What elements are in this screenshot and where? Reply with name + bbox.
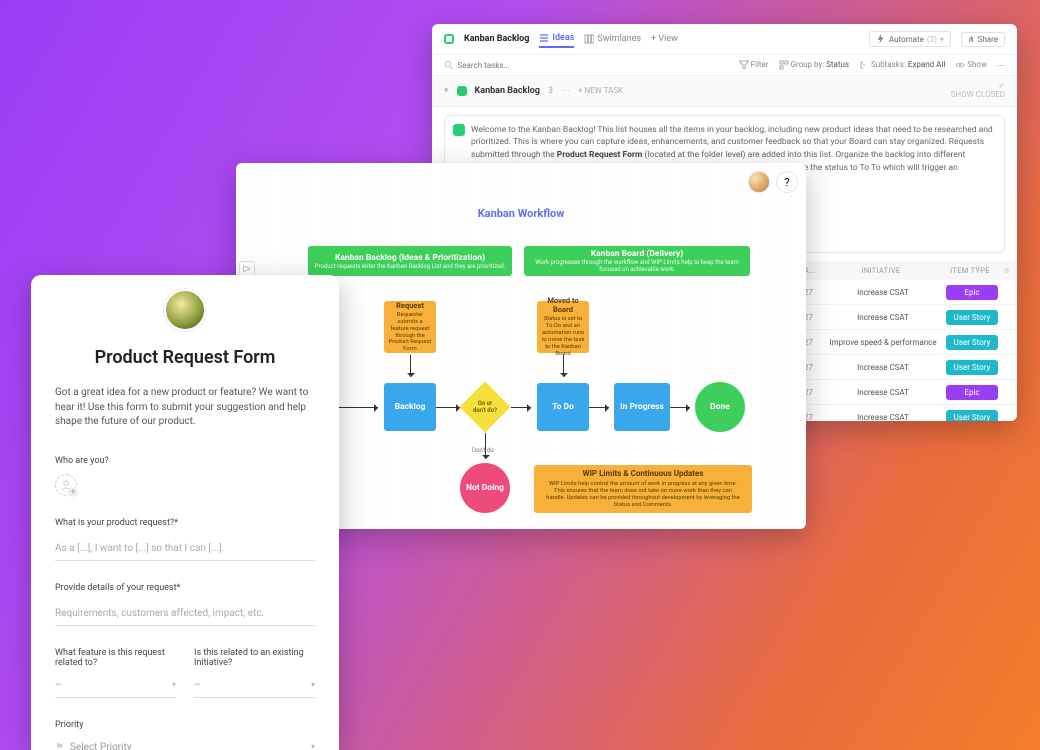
form-title: Product Request Form [55, 347, 315, 368]
question-request: What is your product request?* [55, 518, 315, 528]
question-initiative: Is this related to an existing Initiativ… [194, 648, 315, 668]
item-type-chip[interactable]: User Story [946, 310, 998, 325]
status-color-badge [457, 86, 467, 96]
question-who: Who are you? [55, 456, 315, 466]
question-feature: What feature is this request related to? [55, 648, 176, 668]
node-done: Done [695, 382, 745, 432]
subtask-icon [859, 60, 869, 70]
details-input[interactable] [55, 604, 315, 626]
arrow [563, 355, 564, 377]
cell-initiative: Increase CSAT [823, 363, 943, 372]
feature-select[interactable]: – [55, 676, 176, 698]
share-button[interactable]: ⋔ Share [961, 32, 1005, 47]
share-icon: ⋔ [968, 35, 975, 44]
form-avatar [164, 289, 206, 331]
show-button[interactable]: Show [955, 60, 987, 70]
avatar[interactable] [748, 171, 770, 193]
item-type-chip[interactable]: User Story [946, 360, 998, 375]
show-closed-button[interactable]: ✓ SHOW CLOSED [951, 82, 1005, 100]
cell-initiative: Improve speed & performance [823, 338, 943, 347]
arrow [436, 407, 460, 408]
node-todo: To Do [537, 383, 589, 431]
search-icon [444, 60, 454, 70]
search-input[interactable] [458, 61, 729, 70]
lane-board: Kanban Board (Delivery) Work progresses … [524, 246, 750, 276]
priority-select[interactable]: ⚑Select Priority [55, 738, 315, 750]
status-group-header: ▾ Kanban Backlog 3 ⋯ + NEW TASK ✓ SHOW C… [432, 76, 1017, 107]
arrow [511, 407, 531, 408]
arrow [336, 407, 378, 408]
help-icon: ? [784, 176, 789, 189]
arrow [485, 433, 486, 459]
tab-swimlanes[interactable]: Swimlanes [584, 31, 641, 47]
question-priority: Priority [55, 720, 315, 730]
list-title: Kanban Backlog [464, 34, 529, 44]
product-request-form: Product Request Form Got a great idea fo… [31, 275, 339, 750]
list-color-swatch [444, 34, 454, 44]
filter-button[interactable]: Filter [739, 60, 769, 70]
automate-button[interactable]: Automate (3) ▾ [869, 31, 951, 47]
node-inprogress: In Progress [614, 383, 670, 431]
board-icon [584, 34, 594, 44]
item-type-chip[interactable]: Epic [946, 285, 998, 300]
person-icon [60, 479, 72, 491]
check-icon: ✓ [998, 81, 1005, 90]
bolt-icon [876, 34, 886, 44]
list-icon [539, 33, 549, 43]
arrow [670, 407, 690, 408]
col-item-type[interactable]: ITEM TYPE [941, 266, 999, 275]
node-decision: Go or don't do? [460, 382, 511, 433]
view-toolbar: Filter Group by: Status Subtasks: Expand… [432, 55, 1017, 76]
more-button[interactable]: ⋯ [997, 61, 1005, 70]
arrow-label-dont-do: Don't do [472, 447, 494, 454]
groupby-button[interactable]: Group by: Status [779, 60, 850, 70]
app-tabs-bar: Kanban Backlog Ideas Swimlanes + View Au… [432, 24, 1017, 55]
product-request-input[interactable] [55, 539, 315, 561]
check-icon [453, 124, 465, 136]
col-initiative[interactable]: INITIATIVE [821, 266, 941, 275]
group-count: 3 [548, 86, 553, 96]
add-column-button[interactable]: ⊕ [999, 266, 1015, 275]
subtasks-button[interactable]: Subtasks: Expand All [859, 60, 945, 70]
item-type-chip[interactable]: User Story [946, 410, 998, 421]
task-search[interactable] [444, 60, 729, 70]
play-icon: ▷ [244, 264, 251, 274]
flag-icon: ⚑ [55, 742, 64, 750]
filter-icon [739, 60, 749, 70]
eye-icon [955, 60, 965, 70]
cell-initiative: Increase CSAT [823, 388, 943, 397]
help-button[interactable]: ? [776, 171, 798, 193]
item-type-chip[interactable]: Epic [946, 385, 998, 400]
cell-initiative: Increase CSAT [823, 413, 943, 421]
node-wip-note: WIP Limits & Continuous Updates WIP Limi… [534, 465, 752, 513]
cell-initiative: Increase CSAT [823, 313, 943, 322]
arrow [589, 407, 609, 408]
group-name: Kanban Backlog [475, 86, 540, 96]
diagram-title: Kanban Workflow [236, 207, 806, 220]
chevron-down-icon[interactable]: ▾ [444, 86, 449, 96]
node-backlog: Backlog [384, 383, 436, 431]
group-icon [779, 60, 789, 70]
item-type-chip[interactable]: User Story [946, 335, 998, 350]
tab-add-view[interactable]: + View [651, 31, 678, 47]
new-task-button[interactable]: + NEW TASK [578, 86, 623, 95]
node-moved-to-board: Moved to Board Status is set to To Do an… [537, 301, 589, 353]
arrow [410, 355, 411, 377]
node-not-doing: Not Doing [460, 463, 510, 513]
tab-ideas[interactable]: Ideas [539, 30, 574, 48]
form-intro: Got a great idea for a new product or fe… [55, 386, 315, 430]
initiative-select[interactable]: – [194, 676, 315, 698]
assignee-picker[interactable] [55, 474, 77, 496]
lane-backlog: Kanban Backlog (Ideas & Prioritization) … [308, 246, 512, 276]
group-more-icon[interactable]: ⋯ [561, 86, 570, 96]
question-details: Provide details of your request* [55, 583, 315, 593]
cell-initiative: Increase CSAT [823, 288, 943, 297]
node-request: Request Requester submits a feature requ… [384, 301, 436, 353]
